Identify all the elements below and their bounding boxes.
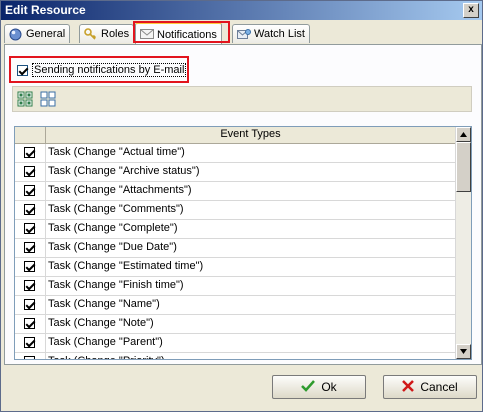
- event-type-label: Task (Change "Note"): [48, 317, 154, 329]
- cancel-x-icon: [402, 379, 415, 395]
- ok-button[interactable]: Ok: [272, 375, 366, 399]
- event-type-label: Task (Change "Name"): [48, 298, 160, 310]
- row-check-cell[interactable]: [15, 277, 46, 295]
- row-check-cell[interactable]: [15, 201, 46, 219]
- event-type-label: Task (Change "Finish time"): [48, 279, 184, 291]
- table-row[interactable]: Task (Change "Finish time"): [15, 277, 455, 296]
- table-row[interactable]: Task (Change "Due Date"): [15, 239, 455, 258]
- event-type-label: Task (Change "Attachments"): [48, 184, 192, 196]
- table-row[interactable]: Task (Change "Parent"): [15, 334, 455, 353]
- arrow-up-icon: [460, 132, 467, 137]
- row-checkbox[interactable]: [24, 356, 35, 359]
- grid-toolbar: [12, 86, 472, 112]
- watch-list-icon: [237, 28, 251, 41]
- uncheck-all-icon[interactable]: [40, 91, 56, 107]
- ok-label: Ok: [321, 380, 337, 394]
- row-checkbox[interactable]: [24, 261, 35, 272]
- cancel-button[interactable]: Cancel: [383, 375, 477, 399]
- row-check-cell[interactable]: [15, 258, 46, 276]
- table-row[interactable]: Task (Change "Attachments"): [15, 182, 455, 201]
- row-check-cell[interactable]: [15, 334, 46, 352]
- event-type-label: Task (Change "Complete"): [48, 222, 178, 234]
- grid-rows: Task (Change "Actual time") Task (Change …: [15, 144, 455, 359]
- table-row[interactable]: Task (Change "Archive status"): [15, 163, 455, 182]
- tab-roles-label: Roles: [101, 28, 130, 40]
- event-type-label: Task (Change "Estimated time"): [48, 260, 204, 272]
- check-icon: [301, 379, 316, 395]
- row-check-cell[interactable]: [15, 182, 46, 200]
- row-checkbox[interactable]: [24, 337, 35, 348]
- row-checkbox[interactable]: [24, 242, 35, 253]
- grid-header: Event Types: [15, 127, 455, 144]
- scroll-down-button[interactable]: [456, 344, 471, 359]
- notifications-tab-highlight: [133, 21, 230, 43]
- table-row[interactable]: Task (Change "Name"): [15, 296, 455, 315]
- event-types-grid: Event Types Task (Change "Actual time") T…: [14, 126, 472, 360]
- row-checkbox[interactable]: [24, 223, 35, 234]
- row-checkbox[interactable]: [24, 185, 35, 196]
- row-check-cell[interactable]: [15, 353, 46, 359]
- row-checkbox[interactable]: [24, 299, 35, 310]
- row-checkbox[interactable]: [24, 166, 35, 177]
- title-bar[interactable]: Edit Resource x: [1, 1, 482, 20]
- row-check-cell[interactable]: [15, 296, 46, 314]
- tab-roles[interactable]: Roles: [79, 24, 135, 43]
- globe-icon: [9, 28, 22, 41]
- row-check-cell[interactable]: [15, 163, 46, 181]
- table-row[interactable]: Task (Change "Actual time"): [15, 144, 455, 163]
- check-all-icon[interactable]: [17, 91, 33, 107]
- tab-general[interactable]: General: [4, 24, 71, 43]
- table-row[interactable]: Task (Change "Complete"): [15, 220, 455, 239]
- event-type-label: Task (Change "Archive status"): [48, 165, 200, 177]
- row-checkbox[interactable]: [24, 204, 35, 215]
- vertical-scrollbar[interactable]: [455, 127, 471, 359]
- send-notifications-highlight: [9, 56, 189, 83]
- arrow-down-icon: [460, 349, 467, 354]
- tab-watch-list-label: Watch List: [254, 28, 305, 40]
- row-checkbox[interactable]: [24, 147, 35, 158]
- row-check-cell[interactable]: [15, 315, 46, 333]
- row-check-cell[interactable]: [15, 144, 46, 162]
- event-type-label: Task (Change "Comments"): [48, 203, 184, 215]
- event-type-label: Task (Change "Parent"): [48, 336, 163, 348]
- scroll-up-button[interactable]: [456, 127, 471, 142]
- event-type-label: Task (Change "Priority"): [48, 355, 165, 359]
- row-check-cell[interactable]: [15, 220, 46, 238]
- table-row[interactable]: Task (Change "Estimated time"): [15, 258, 455, 277]
- event-types-header[interactable]: Event Types: [46, 128, 455, 140]
- row-checkbox[interactable]: [24, 280, 35, 291]
- table-row[interactable]: Task (Change "Priority"): [15, 353, 455, 359]
- row-check-cell[interactable]: [15, 239, 46, 257]
- table-row[interactable]: Task (Change "Comments"): [15, 201, 455, 220]
- window-title: Edit Resource: [5, 3, 86, 17]
- event-type-label: Task (Change "Actual time"): [48, 146, 185, 158]
- scrollbar-thumb[interactable]: [456, 142, 471, 192]
- key-icon: [84, 27, 97, 41]
- header-check-column[interactable]: [15, 127, 46, 143]
- cancel-label: Cancel: [420, 380, 458, 394]
- event-type-label: Task (Change "Due Date"): [48, 241, 177, 253]
- edit-resource-dialog: Edit Resource x General Roles Notificati…: [0, 0, 483, 412]
- tab-general-label: General: [26, 28, 66, 40]
- table-row[interactable]: Task (Change "Note"): [15, 315, 455, 334]
- close-button[interactable]: x: [463, 3, 479, 18]
- tab-watch-list[interactable]: Watch List: [232, 24, 310, 43]
- row-checkbox[interactable]: [24, 318, 35, 329]
